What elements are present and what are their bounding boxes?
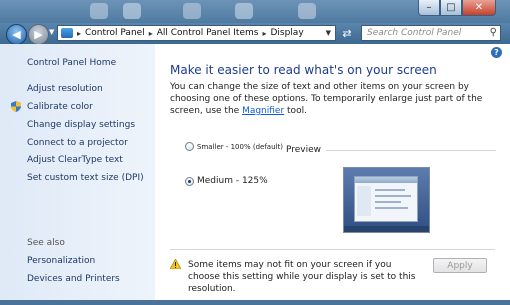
minimize-icon: – <box>426 2 432 13</box>
option-smaller-label[interactable]: Smaller - 100% (default) <box>197 143 283 151</box>
help-button[interactable]: ? <box>491 47 502 58</box>
close-icon: ✕ <box>474 2 484 13</box>
sidebar-item-home[interactable]: Control Panel Home <box>27 58 116 68</box>
back-button[interactable]: ◀ <box>6 24 27 45</box>
main-pane: ? Make it easier to read what's on your … <box>155 44 510 305</box>
sidebar-item-adjust-resolution[interactable]: Adjust resolution <box>27 84 103 94</box>
option-smaller-radio[interactable] <box>185 142 194 151</box>
desktop-icon-shadow <box>235 3 253 19</box>
preview-taskbar-graphic <box>344 226 429 232</box>
sidebar-item-devices-printers[interactable]: Devices and Printers <box>27 274 120 284</box>
refresh-button[interactable]: ⇄ <box>340 27 354 40</box>
sidebar-item-personalization[interactable]: Personalization <box>27 256 95 266</box>
desktop-icon-shadow <box>123 3 141 19</box>
preview-heading: Preview <box>286 145 322 155</box>
minimize-button[interactable]: – <box>418 0 440 16</box>
sidebar-item-cleartype[interactable]: Adjust ClearType text <box>27 155 123 165</box>
maximize-icon: □ <box>446 2 456 13</box>
control-panel-window: – □ ✕ ◀ ▶ ▼ ▸ Control Panel ▸ All Contro… <box>0 0 510 305</box>
search-placeholder: Search Control Panel <box>367 28 462 38</box>
title-bar: – □ ✕ <box>0 0 510 23</box>
page-title: Make it easier to read what's on your sc… <box>170 63 437 77</box>
back-arrow-icon: ◀ <box>12 28 21 41</box>
search-icon[interactable]: ⚲ <box>490 27 497 38</box>
desktop-icon-shadow <box>298 3 316 19</box>
description-text: You can change the size of text and othe… <box>170 82 483 116</box>
shield-icon <box>11 101 21 112</box>
sidebar-item-custom-dpi[interactable]: Set custom text size (DPI) <box>27 173 144 183</box>
preview-window-graphic <box>354 176 418 222</box>
apply-button[interactable]: Apply <box>433 258 487 273</box>
preview-image <box>343 167 430 233</box>
forward-arrow-icon: ▶ <box>34 28 43 41</box>
divider <box>170 249 495 250</box>
breadcrumb-separator-icon[interactable]: ▸ <box>77 29 81 38</box>
maximize-button[interactable]: □ <box>440 0 462 16</box>
address-dropdown-icon[interactable]: ▼ <box>326 29 331 37</box>
warning-message: Some items may not fit on your screen if… <box>188 260 416 294</box>
page-description: You can change the size of text and othe… <box>170 81 505 117</box>
left-pane: Control Panel Home Adjust resolution Cal… <box>0 44 155 305</box>
breadcrumb-all-items[interactable]: All Control Panel Items <box>157 28 259 38</box>
warning-icon <box>170 259 181 269</box>
see-also-heading: See also <box>27 238 65 248</box>
forward-button[interactable]: ▶ <box>28 24 49 45</box>
option-medium-radio[interactable] <box>185 177 194 186</box>
breadcrumb-display[interactable]: Display <box>270 28 303 38</box>
desktop-icon-shadow <box>183 3 201 19</box>
refresh-icon: ⇄ <box>342 27 352 40</box>
preview-divider <box>326 150 496 151</box>
window-bottom-border <box>0 300 510 305</box>
help-icon: ? <box>494 48 499 57</box>
control-panel-icon <box>61 28 73 38</box>
sidebar-item-calibrate-color[interactable]: Calibrate color <box>27 102 93 112</box>
description-text-end: tool. <box>284 106 307 116</box>
address-bar[interactable]: ▸ Control Panel ▸ All Control Panel Item… <box>57 25 336 41</box>
close-button[interactable]: ✕ <box>462 0 496 16</box>
option-medium-label[interactable]: Medium - 125% <box>197 176 268 186</box>
search-input[interactable]: Search Control Panel ⚲ <box>361 25 501 41</box>
magnifier-link[interactable]: Magnifier <box>242 106 284 116</box>
desktop-icon-shadow <box>90 3 108 19</box>
window-controls: – □ ✕ <box>418 0 496 16</box>
navigation-bar: ◀ ▶ ▼ ▸ Control Panel ▸ All Control Pane… <box>0 23 510 45</box>
history-dropdown-icon[interactable]: ▼ <box>49 28 54 36</box>
sidebar-item-projector[interactable]: Connect to a projector <box>27 138 128 148</box>
breadcrumb-control-panel[interactable]: Control Panel <box>85 28 145 38</box>
sidebar-item-change-display[interactable]: Change display settings <box>27 120 135 130</box>
breadcrumb-separator-icon[interactable]: ▸ <box>149 29 153 38</box>
breadcrumb-separator-icon[interactable]: ▸ <box>262 29 266 38</box>
